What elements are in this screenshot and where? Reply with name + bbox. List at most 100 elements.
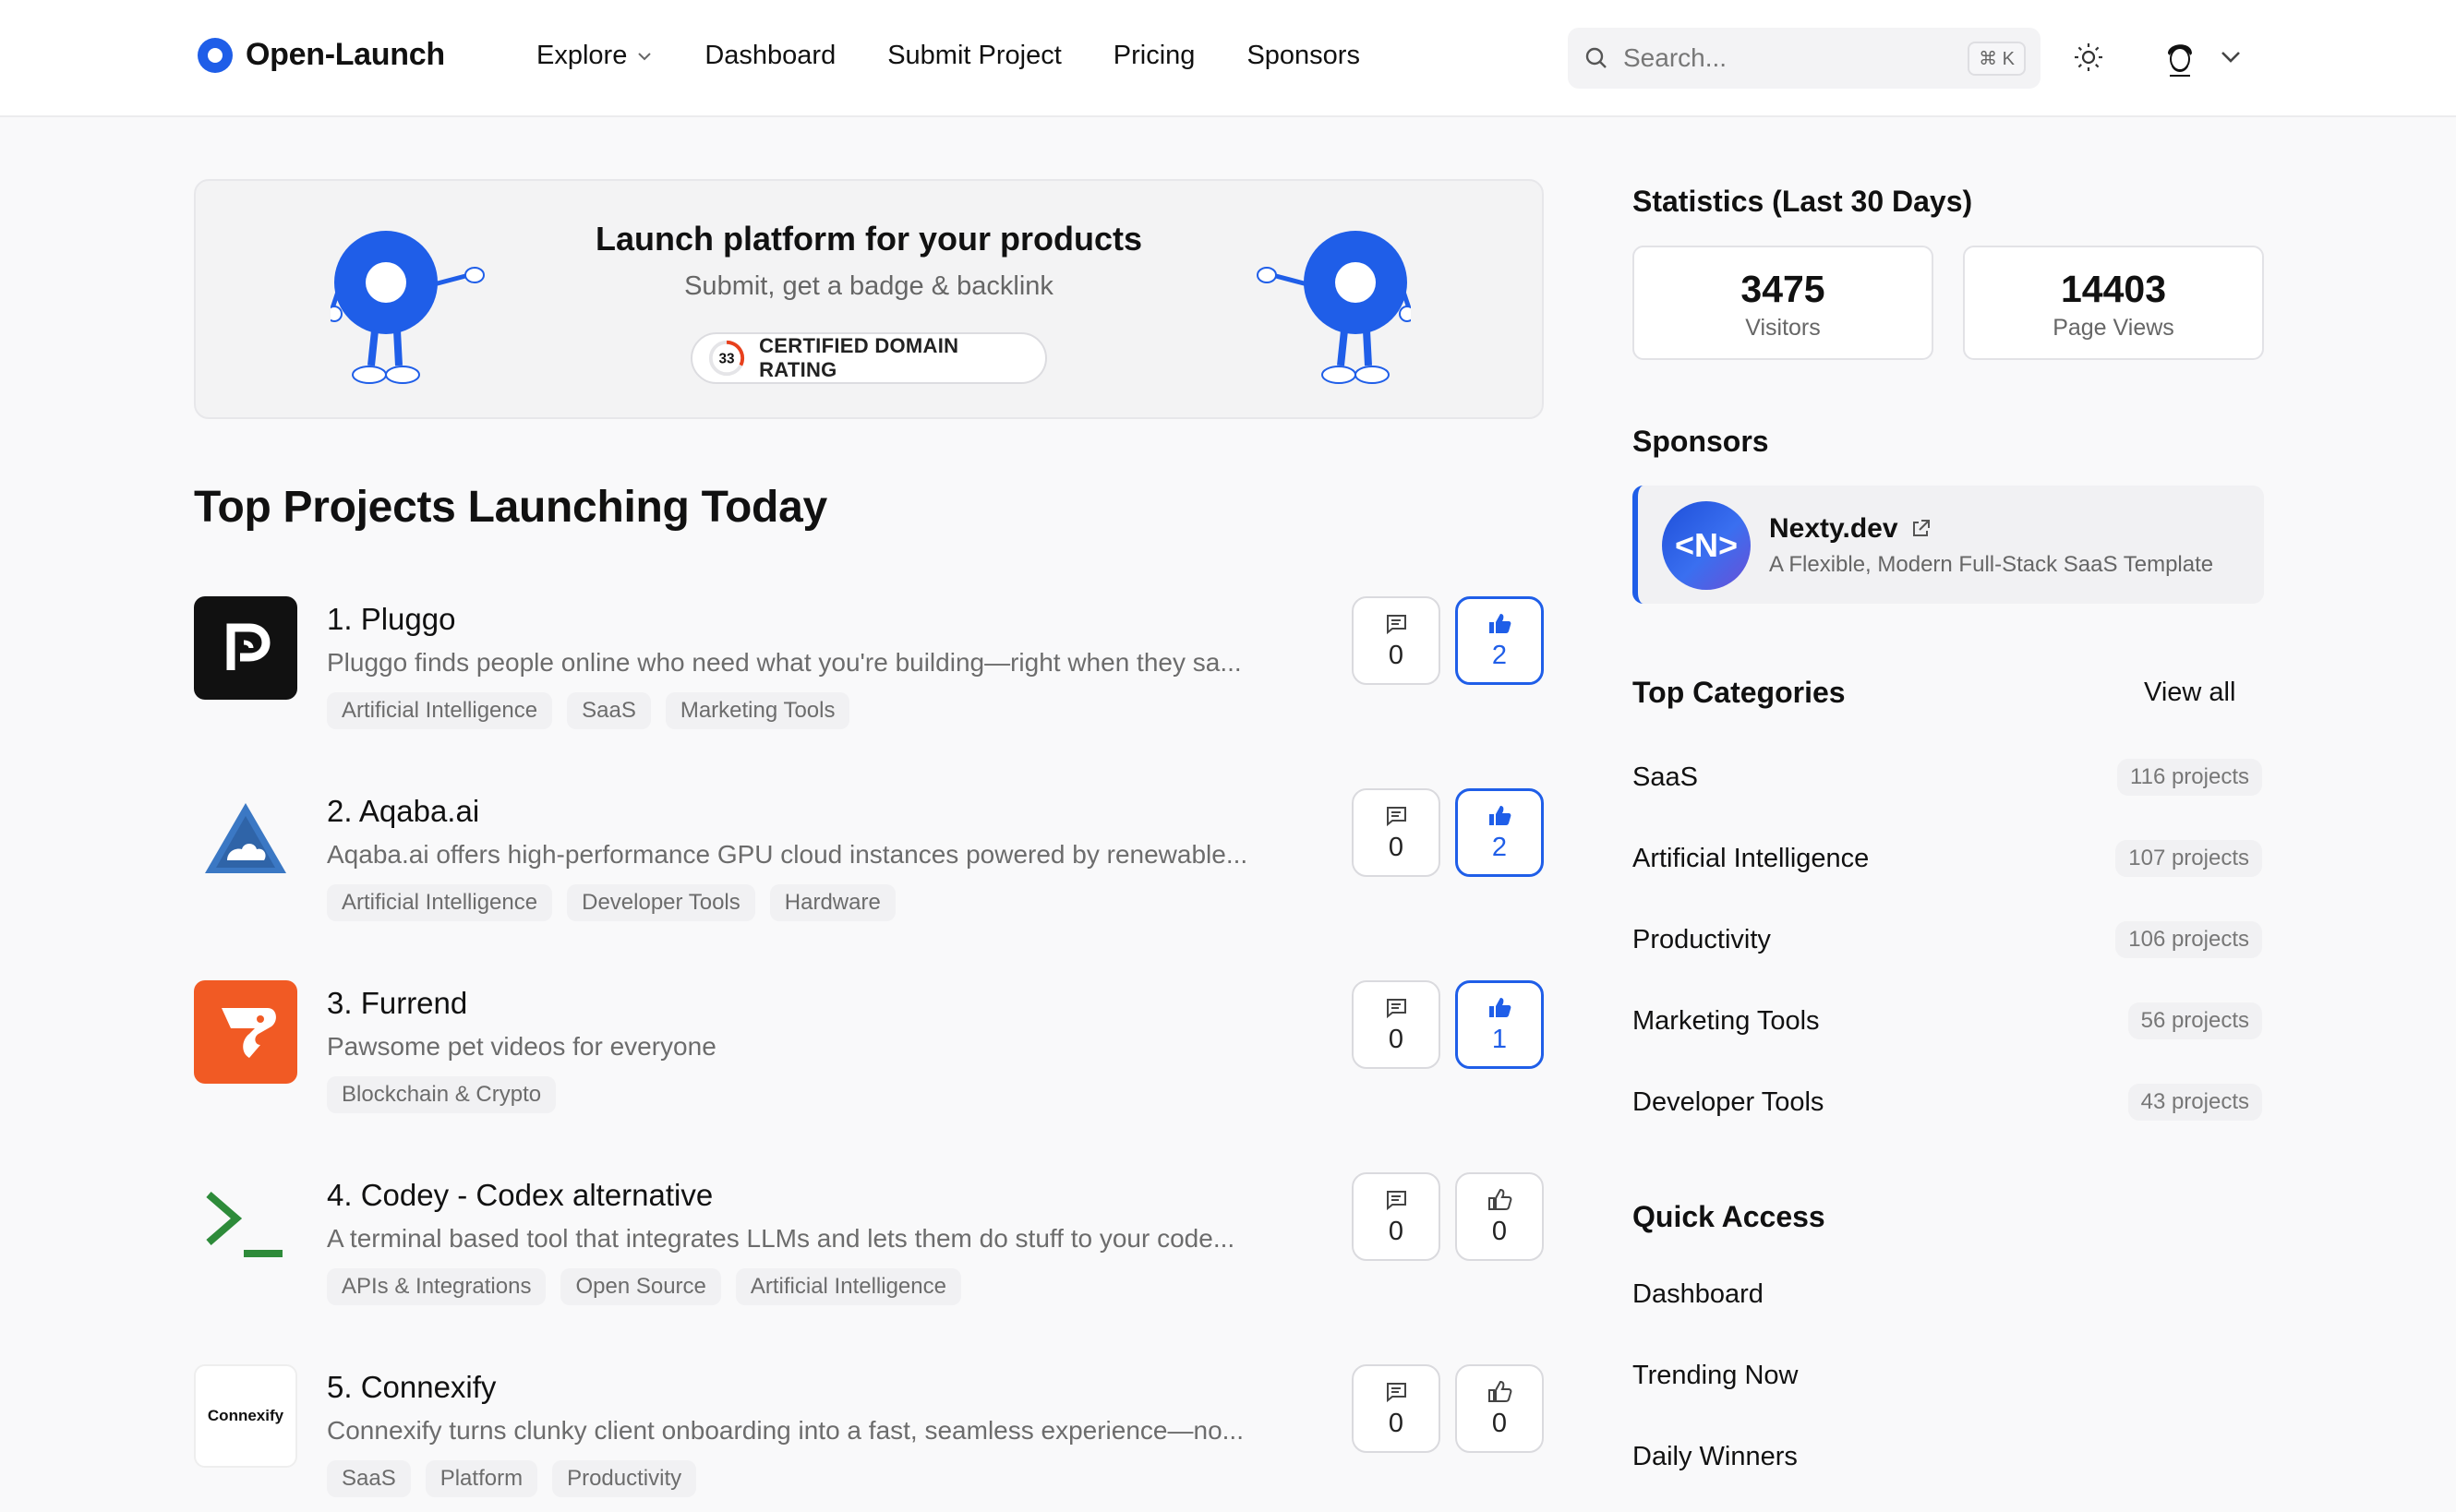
quick-access-trending[interactable]: Trending Now <box>1632 1361 1798 1391</box>
project-title[interactable]: 3. Furrend <box>327 986 467 1021</box>
comment-count: 0 <box>1388 1024 1404 1054</box>
tag[interactable]: Productivity <box>552 1460 697 1497</box>
nav-pricing[interactable]: Pricing <box>1114 41 1196 71</box>
thumbs-up-icon <box>1488 1188 1512 1210</box>
upvote-count: 1 <box>1491 1024 1508 1054</box>
category-item[interactable]: Productivity 106 projects <box>1632 919 2262 962</box>
project-tags: APIs & Integrations Open Source Artifici… <box>327 1268 961 1305</box>
tag[interactable]: Hardware <box>769 884 896 921</box>
domain-rating-badge[interactable]: 33 CERTIFIED DOMAIN RATING <box>691 332 1047 384</box>
project-title[interactable]: 2. Aqaba.ai <box>327 794 479 829</box>
sponsors-title: Sponsors <box>1632 425 1769 458</box>
quick-access-title: Quick Access <box>1632 1200 1825 1233</box>
stat-card-page-views: 14403 Page Views <box>1963 246 2264 360</box>
category-name: Artificial Intelligence <box>1632 844 1870 873</box>
category-item[interactable]: Marketing Tools 56 projects <box>1632 1001 2262 1043</box>
hero-banner: Launch platform for your products Submit… <box>194 179 1544 419</box>
tag[interactable]: Artificial Intelligence <box>735 1268 961 1305</box>
comment-button[interactable]: 0 <box>1352 980 1440 1069</box>
category-count: 56 projects <box>2127 1002 2262 1039</box>
comment-button[interactable]: 0 <box>1352 596 1440 685</box>
category-item[interactable]: Artificial Intelligence 107 projects <box>1632 838 2262 881</box>
search-shortcut-hint: ⌘ K <box>1968 41 2026 76</box>
category-name: Productivity <box>1632 925 1771 954</box>
project-row[interactable]: 1. Pluggo Pluggo finds people online who… <box>194 596 1544 744</box>
project-tags: SaaS Platform Productivity <box>327 1460 697 1497</box>
search-bar[interactable]: ⌘ K <box>1568 28 2041 89</box>
chevron-down-icon <box>638 52 652 60</box>
stat-label: Visitors <box>1745 315 1821 341</box>
sponsor-name[interactable]: Nexty.dev <box>1769 513 1932 545</box>
sun-icon[interactable] <box>2072 41 2105 74</box>
nav-submit-project[interactable]: Submit Project <box>887 41 1062 71</box>
category-item[interactable]: Developer Tools 43 projects <box>1632 1082 2262 1124</box>
view-all-link[interactable]: View all <box>2144 678 2235 708</box>
sponsor-card[interactable]: <N> Nexty.dev A Flexible, Modern Full-St… <box>1632 486 2264 604</box>
upvote-count: 2 <box>1491 832 1508 862</box>
stat-value: 3475 <box>1740 268 1825 310</box>
comment-button[interactable]: 0 <box>1352 1172 1440 1261</box>
project-row[interactable]: 2. Aqaba.ai Aqaba.ai offers high-perform… <box>194 788 1544 936</box>
tag[interactable]: APIs & Integrations <box>327 1268 547 1305</box>
furrend-logo <box>194 980 297 1084</box>
sponsor-name-text: Nexty.dev <box>1769 513 1898 544</box>
stat-value: 14403 <box>2060 268 2166 310</box>
brand-name: Open-Launch <box>246 37 445 72</box>
comment-icon <box>1387 1190 1406 1210</box>
upvote-count: 0 <box>1491 1408 1508 1438</box>
tag[interactable]: SaaS <box>327 1460 411 1497</box>
project-row[interactable]: 4. Codey - Codex alternative A terminal … <box>194 1172 1544 1320</box>
category-item[interactable]: SaaS 116 projects <box>1632 757 2262 799</box>
upvote-button[interactable]: 0 <box>1455 1364 1544 1453</box>
aqaba-logo <box>194 788 297 892</box>
comment-button[interactable]: 0 <box>1352 1364 1440 1453</box>
upvote-button[interactable]: 0 <box>1455 1172 1544 1261</box>
category-count: 43 projects <box>2127 1084 2262 1121</box>
category-name: SaaS <box>1632 762 1698 792</box>
chevron-down-icon[interactable] <box>2218 48 2244 66</box>
project-title[interactable]: 4. Codey - Codex alternative <box>327 1178 713 1213</box>
comment-icon <box>1387 614 1406 634</box>
upvote-button[interactable]: 1 <box>1455 980 1544 1069</box>
mascot-right-illustration <box>1257 231 1411 384</box>
categories-title: Top Categories <box>1632 676 1846 709</box>
tag[interactable]: Artificial Intelligence <box>327 884 553 921</box>
tag[interactable]: Blockchain & Crypto <box>327 1076 557 1113</box>
project-row[interactable]: 3. Furrend Pawsome pet videos for everyo… <box>194 980 1544 1128</box>
thumbs-up-icon <box>1489 805 1511 825</box>
upvote-button[interactable]: 2 <box>1455 788 1544 877</box>
quick-access-dashboard[interactable]: Dashboard <box>1632 1279 1764 1310</box>
upvote-button[interactable]: 2 <box>1455 596 1544 685</box>
thumbs-up-icon <box>1488 1380 1512 1402</box>
comment-count: 0 <box>1388 1216 1404 1246</box>
project-title[interactable]: 1. Pluggo <box>327 602 455 637</box>
comment-button[interactable]: 0 <box>1352 788 1440 877</box>
project-row[interactable]: Connexify 5. Connexify Connexify turns c… <box>194 1364 1544 1512</box>
comment-icon <box>1387 998 1406 1018</box>
tag[interactable]: SaaS <box>567 692 651 729</box>
nav-dashboard[interactable]: Dashboard <box>704 41 836 71</box>
brand-logo[interactable]: Open-Launch <box>198 37 445 73</box>
nav-sponsors[interactable]: Sponsors <box>1246 41 1360 71</box>
section-title: Top Projects Launching Today <box>194 483 827 532</box>
quick-access-daily-winners[interactable]: Daily Winners <box>1632 1442 1798 1472</box>
project-tags: Artificial Intelligence SaaS Marketing T… <box>327 692 850 729</box>
external-link-icon <box>1912 520 1930 536</box>
stats-title: Statistics (Last 30 Days) <box>1632 185 1973 218</box>
stat-label: Page Views <box>2053 315 2174 341</box>
tag[interactable]: Open Source <box>560 1268 721 1305</box>
tag[interactable]: Platform <box>425 1460 538 1497</box>
nav-explore[interactable]: Explore <box>536 41 653 71</box>
search-input[interactable] <box>1623 43 1968 73</box>
project-title[interactable]: 5. Connexify <box>327 1370 496 1405</box>
comment-count: 0 <box>1388 832 1404 862</box>
thumbs-up-icon <box>1489 997 1511 1017</box>
project-description: Aqaba.ai offers high-performance GPU clo… <box>327 840 1248 869</box>
user-avatar[interactable] <box>2157 35 2203 81</box>
project-tags: Blockchain & Crypto <box>327 1076 557 1113</box>
tag[interactable]: Artificial Intelligence <box>327 692 553 729</box>
rating-ring-icon: 33 <box>708 340 745 377</box>
tag[interactable]: Developer Tools <box>567 884 755 921</box>
search-icon <box>1585 47 1607 68</box>
tag[interactable]: Marketing Tools <box>665 692 850 729</box>
